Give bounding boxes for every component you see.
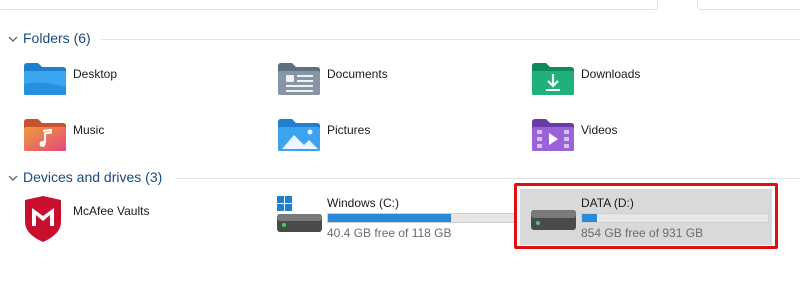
desktop-folder-icon: [23, 60, 67, 101]
folder-label: Documents: [327, 67, 388, 81]
folder-item-downloads[interactable]: Downloads: [531, 60, 731, 108]
videos-folder-icon: [531, 116, 575, 157]
chevron-down-icon[interactable]: [6, 32, 20, 46]
music-folder-icon: [23, 116, 67, 157]
folder-label: Desktop: [73, 67, 118, 81]
documents-folder-icon: [277, 60, 321, 101]
folder-item-pictures[interactable]: Pictures: [277, 116, 477, 164]
search-box[interactable]: [697, 0, 800, 10]
folder-label: Downloads: [581, 67, 641, 81]
device-label: McAfee Vaults: [73, 204, 150, 218]
drive-usage-fill: [328, 214, 451, 222]
downloads-folder-icon: [531, 60, 575, 101]
drive-label: Windows (C:): [327, 196, 400, 210]
folder-item-documents[interactable]: Documents: [277, 60, 477, 108]
windows-drive-icon: [277, 194, 323, 239]
drive-item-windows-c[interactable]: Windows (C:) 40.4 GB free of 118 GB: [277, 194, 517, 242]
chevron-down-icon[interactable]: [6, 171, 20, 185]
device-item-mcafee-vaults[interactable]: McAfee Vaults: [23, 196, 223, 244]
folders-group-title: Folders (6): [23, 30, 91, 46]
devices-group-title: Devices and drives (3): [23, 169, 163, 185]
folder-label: Pictures: [327, 123, 371, 137]
drive-free-space: 40.4 GB free of 118 GB: [327, 226, 452, 240]
pictures-folder-icon: [277, 116, 321, 157]
folder-item-desktop[interactable]: Desktop: [23, 60, 223, 108]
mcafee-icon: [23, 196, 63, 247]
folder-item-music[interactable]: Music: [23, 116, 223, 164]
file-explorer-this-pc: Folders (6) Desktop Documents Downloads …: [0, 0, 800, 299]
group-divider: [101, 39, 800, 40]
folder-item-videos[interactable]: Videos: [531, 116, 731, 164]
red-annotation-box: [514, 183, 778, 249]
folder-label: Music: [73, 123, 105, 137]
drive-usage-bar: [327, 213, 515, 223]
folder-label: Videos: [581, 123, 618, 137]
folders-group-header[interactable]: Folders (6): [0, 29, 800, 49]
group-divider: [176, 178, 800, 179]
address-bar[interactable]: [0, 0, 658, 10]
